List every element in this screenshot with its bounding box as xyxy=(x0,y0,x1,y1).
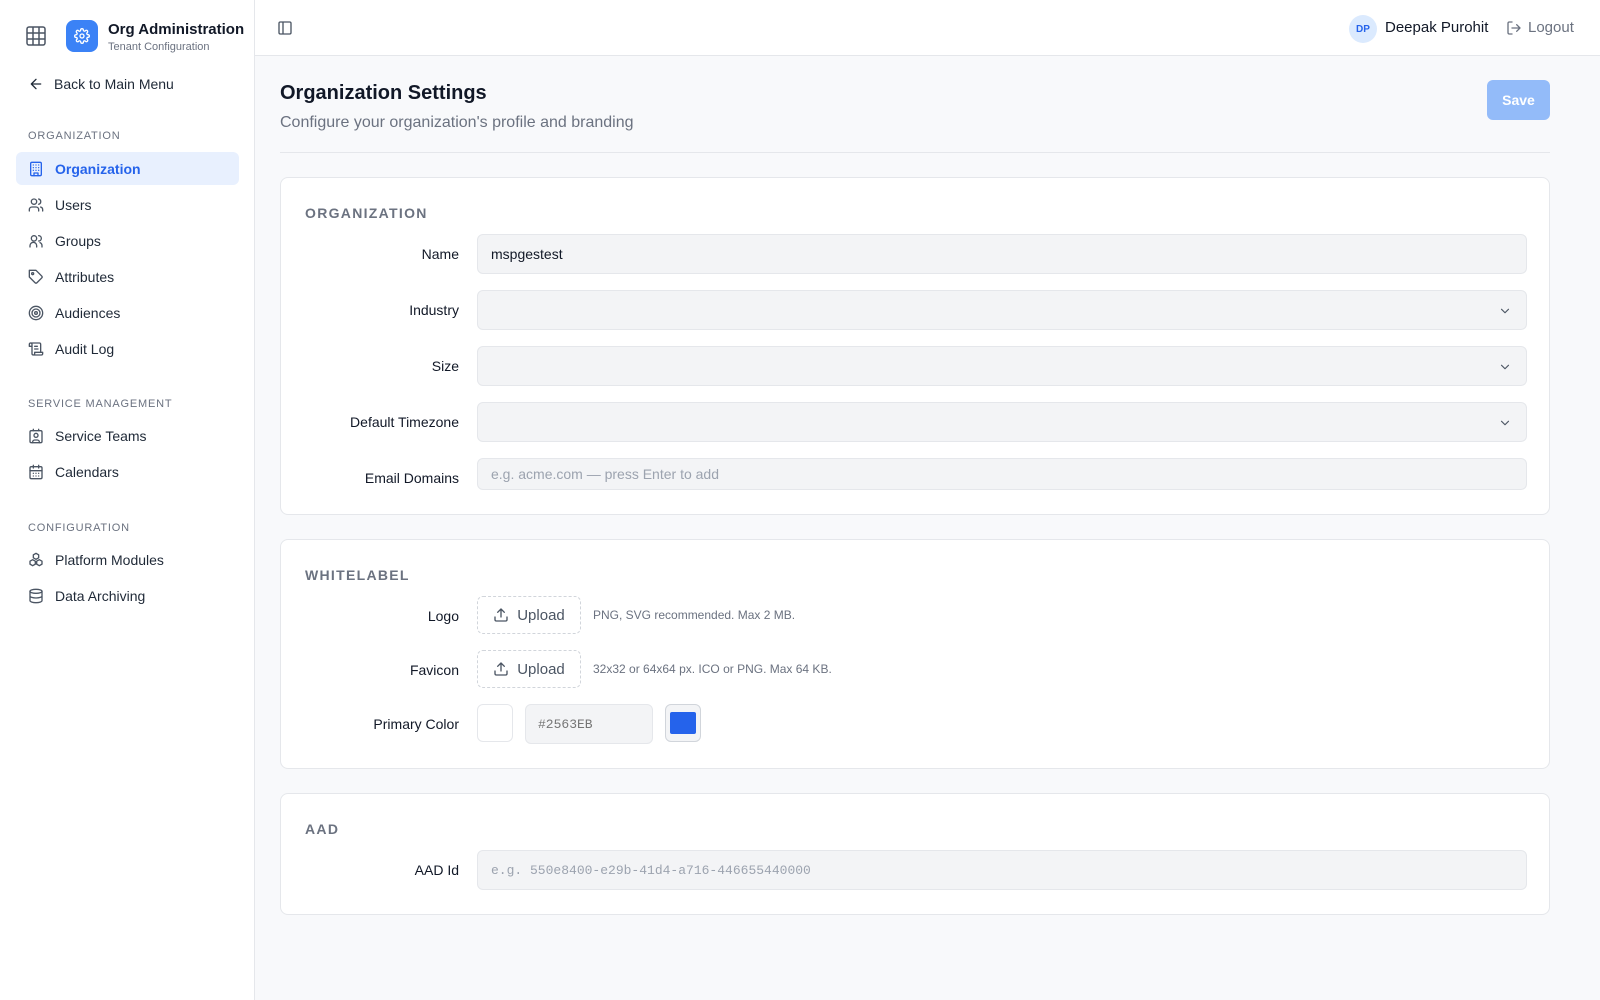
section-label-aad: AAD xyxy=(305,821,340,837)
users-icon xyxy=(28,197,44,213)
industry-label: Industry xyxy=(409,302,459,318)
sidebar-item-label: Attributes xyxy=(55,268,115,285)
chevron-down-icon xyxy=(1500,420,1510,426)
primary-color-label: Primary Color xyxy=(373,716,459,732)
sidebar-item-groups[interactable]: Groups xyxy=(16,224,239,257)
logo-upload-button[interactable]: Upload xyxy=(477,596,581,634)
logout-label: Logout xyxy=(1528,19,1574,36)
calendar-icon xyxy=(28,464,44,480)
groups-icon xyxy=(28,233,44,249)
color-picker-button[interactable] xyxy=(665,704,701,742)
favicon-upload-button[interactable]: Upload xyxy=(477,650,581,688)
name-input[interactable] xyxy=(477,234,1527,274)
page-title: Organization Settings xyxy=(280,82,487,104)
section-label-whitelabel: WHITELABEL xyxy=(305,567,410,583)
chevron-down-icon xyxy=(1500,364,1510,370)
sidebar-header: Org Administration Tenant Configuration xyxy=(0,0,255,70)
industry-select[interactable] xyxy=(477,290,1527,330)
size-label: Size xyxy=(431,358,459,374)
sidebar-section-service-management: SERVICE MANAGEMENT xyxy=(28,398,173,410)
user-name[interactable]: Deepak Purohit xyxy=(1385,19,1488,36)
back-to-main-menu-link[interactable]: Back to Main Menu xyxy=(28,74,174,94)
color-preview-swatch[interactable] xyxy=(477,704,513,742)
tag-icon xyxy=(28,269,44,285)
sidebar-item-users[interactable]: Users xyxy=(16,188,239,221)
default-timezone-label: Default Timezone xyxy=(350,414,459,430)
topbar: DP Deepak Purohit Logout xyxy=(255,0,1600,56)
sidebar-section-configuration: CONFIGURATION xyxy=(28,522,130,534)
logo-hint: PNG, SVG recommended. Max 2 MB. xyxy=(593,608,796,622)
sidebar-item-service-teams[interactable]: Service Teams xyxy=(16,419,239,452)
arrow-left-icon xyxy=(30,78,42,90)
sidebar-section-organization: ORGANIZATION xyxy=(28,130,121,142)
modules-icon xyxy=(28,552,44,568)
building-icon xyxy=(28,161,44,177)
favicon-label: Favicon xyxy=(409,662,459,678)
aad-id-label: AAD Id xyxy=(414,862,459,878)
scroll-icon xyxy=(28,341,44,357)
sidebar-item-calendars[interactable]: Calendars xyxy=(16,455,239,488)
target-icon xyxy=(28,305,44,321)
sidebar: Org Administration Tenant Configuration … xyxy=(0,0,255,1000)
sidebar-item-platform-modules[interactable]: Platform Modules xyxy=(16,543,239,576)
email-domains-label: Email Domains xyxy=(364,470,459,486)
section-label-organization: ORGANIZATION xyxy=(305,205,428,221)
database-icon xyxy=(28,588,44,604)
sidebar-item-data-archiving[interactable]: Data Archiving xyxy=(16,579,239,612)
sidebar-item-label: Calendars xyxy=(55,463,119,480)
logout-button[interactable]: Logout xyxy=(1506,19,1574,36)
sidebar-item-label: Users xyxy=(55,196,92,213)
sidebar-item-audit-log[interactable]: Audit Log xyxy=(16,332,239,365)
contact-icon xyxy=(28,428,44,444)
sidebar-item-audiences[interactable]: Audiences xyxy=(16,296,239,329)
email-domains-input[interactable] xyxy=(477,458,1527,490)
sidebar-item-label: Audiences xyxy=(55,304,121,321)
back-label: Back to Main Menu xyxy=(54,76,174,92)
aad-id-input[interactable] xyxy=(477,850,1527,890)
apps-grid-icon[interactable] xyxy=(24,24,48,48)
logout-icon xyxy=(1507,20,1521,35)
sidebar-item-label: Audit Log xyxy=(55,340,115,357)
sidebar-item-label: Groups xyxy=(55,232,101,249)
sidebar-item-attributes[interactable]: Attributes xyxy=(16,260,239,293)
aad-card: AAD AAD Id xyxy=(280,793,1550,915)
size-select[interactable] xyxy=(477,346,1527,386)
page-subtitle: Configure your organization's profile an… xyxy=(280,114,634,131)
sidebar-item-label: Service Teams xyxy=(55,427,147,444)
primary-color-hex-input[interactable] xyxy=(525,704,653,744)
save-button[interactable]: Save xyxy=(1487,80,1550,120)
upload-label: Upload xyxy=(517,606,565,624)
favicon-hint: 32x32 or 64x64 px. ICO or PNG. Max 64 KB… xyxy=(593,662,832,676)
default-timezone-select[interactable] xyxy=(477,402,1527,442)
upload-label: Upload xyxy=(517,660,565,678)
organization-card: ORGANIZATION Name Industry Size Default … xyxy=(280,177,1550,515)
avatar[interactable]: DP xyxy=(1349,15,1377,43)
sidebar-item-label: Data Archiving xyxy=(55,587,146,604)
sidebar-item-label: Platform Modules xyxy=(55,551,164,568)
app-logo-gear-icon xyxy=(66,20,98,52)
logo-label: Logo xyxy=(427,608,459,624)
name-label: Name xyxy=(421,246,459,262)
header-divider xyxy=(280,152,1550,153)
sidebar-item-label: Organization xyxy=(55,160,141,177)
upload-icon xyxy=(494,608,508,622)
app-title: Org Administration xyxy=(108,21,245,38)
app-subtitle: Tenant Configuration xyxy=(108,41,210,53)
primary-color-swatch xyxy=(670,712,696,734)
chevron-down-icon xyxy=(1500,308,1510,314)
whitelabel-card: WHITELABEL Logo Upload PNG, SVG recommen… xyxy=(280,539,1550,769)
upload-icon xyxy=(494,662,508,676)
sidebar-toggle-icon[interactable] xyxy=(277,20,293,36)
sidebar-item-organization[interactable]: Organization xyxy=(16,152,239,185)
